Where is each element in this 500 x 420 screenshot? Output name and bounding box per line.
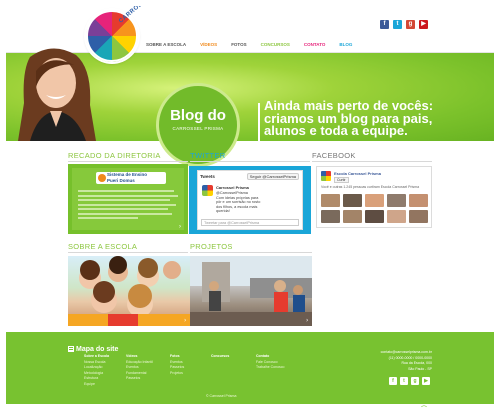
nav-sobre-a-escola[interactable]: SOBRE A ESCOLA (146, 42, 186, 47)
section-rule (190, 252, 312, 253)
footer-social-links: f t g ▶ (389, 377, 430, 385)
pueri-domus-logo: Sistema de Ensino Pueri Domus (96, 172, 166, 184)
youtube-icon[interactable]: ▶ (419, 20, 428, 29)
nav-concursos[interactable]: CONCURSOS (261, 42, 290, 47)
logo-wheel-icon (86, 10, 138, 62)
tagline-line: alunos e toda a equipe. (264, 123, 408, 138)
footer-link[interactable]: Sobre a Escola (84, 354, 109, 360)
twitter-widget-header: Tweets (200, 174, 215, 179)
project-photo-art: › (190, 256, 312, 326)
pueri-domus-icon (98, 174, 106, 182)
nav-blog[interactable]: BLOG (339, 42, 352, 47)
nav-videos[interactable]: VÍDEOS (200, 42, 217, 47)
facebook-icon[interactable]: f (389, 377, 397, 385)
footer-link[interactable]: Passeios (126, 376, 153, 382)
tweet-compose-input[interactable]: Tweetar para @CarrosselPrisma (201, 219, 299, 226)
recado-next-icon[interactable]: › (179, 224, 181, 230)
fan-avatar[interactable] (365, 210, 384, 223)
footer-col-fotos: Fotos Eventos Passeios Projetos (170, 354, 184, 376)
tweet-text: @CarrosselPrisma Com ideias próprias par… (216, 191, 296, 214)
twitter-icon[interactable]: t (400, 377, 408, 385)
fan-avatar[interactable] (343, 194, 362, 207)
contact-city: São Paulo - SP (408, 366, 432, 371)
hero-banner: Blog do CARROSSEL PRISMA Ainda mais pert… (6, 48, 494, 167)
section-title-recado: RECADO DA DIRETORIA (68, 151, 161, 160)
fan-avatar[interactable] (409, 210, 428, 223)
footer-col-sobre: Sobre a Escola Nossa Escola Localização … (84, 354, 109, 388)
back-to-top-icon[interactable]: ⌒ (421, 404, 427, 413)
sitemap-icon (68, 346, 74, 352)
fan-avatar[interactable] (387, 194, 406, 207)
children-photo-art: › (68, 256, 190, 326)
footer-copyright: © Carrossel Prisma (206, 394, 237, 398)
facebook-icon[interactable]: f (380, 20, 389, 29)
footer-link[interactable]: Projetos (170, 371, 184, 377)
logo-line: Pueri Domus (107, 178, 135, 183)
section-rule (190, 161, 310, 162)
footer-link[interactable]: Concursos (211, 354, 229, 360)
facebook-like-count: Você e outras 1.245 pessoas curtiram Esc… (321, 185, 420, 189)
section-rule (68, 252, 188, 253)
svg-text:›: › (306, 317, 308, 324)
section-rule (312, 161, 432, 162)
section-title-sobre: SOBRE A ESCOLA (68, 242, 138, 251)
footer-link[interactable]: Passeios (170, 365, 184, 371)
twitter-follow-button[interactable]: Seguir @CarrosselPrisma (246, 173, 299, 180)
section-title-projetos: PROJETOS (190, 242, 233, 251)
fan-avatar[interactable] (321, 210, 340, 223)
facebook-widget: Escola Carrossel Prisma Curtir Você e ou… (316, 166, 432, 228)
fan-avatar[interactable] (343, 210, 362, 223)
fan-avatar[interactable] (321, 194, 340, 207)
footer-link[interactable]: Equipe (84, 382, 109, 388)
tweet-line: querida! (216, 209, 230, 213)
projetos-photo[interactable]: › (190, 256, 312, 326)
main-nav: SOBRE A ESCOLA VÍDEOS FOTOS CONCURSOS CO… (146, 42, 352, 47)
svg-text:›: › (184, 317, 186, 324)
hero-tagline: Ainda mais perto de vocês: criamos um bl… (264, 99, 492, 138)
section-title-facebook: FACEBOOK (312, 151, 356, 160)
badge-title: Blog do (170, 107, 226, 124)
site-logo[interactable]: CARROSSEL PRISMA (86, 6, 176, 66)
footer-sitemap-title: Mapa do site (76, 346, 119, 353)
nav-fotos[interactable]: FOTOS (231, 42, 246, 47)
google-plus-icon[interactable]: g (411, 377, 419, 385)
twitter-avatar (202, 185, 213, 196)
sobre-escola-photo[interactable]: › (68, 256, 190, 326)
twitter-account-name[interactable]: Carrossel Prisma (216, 185, 249, 190)
section-rule (68, 161, 188, 162)
footer-col-videos: Vídeos Educação Infantil Eventos Fundame… (126, 354, 153, 382)
twitter-icon[interactable]: t (393, 20, 402, 29)
footer-col-concursos: Concursos (211, 354, 229, 360)
google-plus-icon[interactable]: g (406, 20, 415, 29)
footer-col-contato: Contato Fale Conosco Trabalhe Conosco (256, 354, 284, 371)
twitter-widget: Tweets Seguir @CarrosselPrisma Carrossel… (197, 170, 303, 230)
footer-link[interactable]: Trabalhe Conosco (256, 365, 284, 371)
facebook-like-button[interactable]: Curtir (334, 177, 349, 183)
section-title-twitter: TWITTER (190, 151, 226, 160)
fan-avatar[interactable] (409, 194, 428, 207)
facebook-fans-grid (321, 194, 429, 223)
badge-subtitle: CARROSSEL PRISMA (172, 126, 224, 131)
fan-avatar[interactable] (387, 210, 406, 223)
youtube-icon[interactable]: ▶ (422, 377, 430, 385)
fan-avatar[interactable] (365, 194, 384, 207)
header-social-links: f t g ▶ (380, 20, 428, 29)
hero-divider (258, 103, 260, 143)
facebook-page-avatar (321, 171, 331, 181)
recado-text-lines (78, 190, 178, 222)
footer-contact-info: contato@carrosselprisma.com.br (11) 0000… (362, 350, 432, 372)
page: CARROSSEL PRISMA f t g ▶ SOBRE A ESCOLA … (6, 6, 494, 416)
nav-contato[interactable]: CONTATO (304, 42, 326, 47)
facebook-page-name[interactable]: Escola Carrossel Prisma (334, 171, 381, 176)
